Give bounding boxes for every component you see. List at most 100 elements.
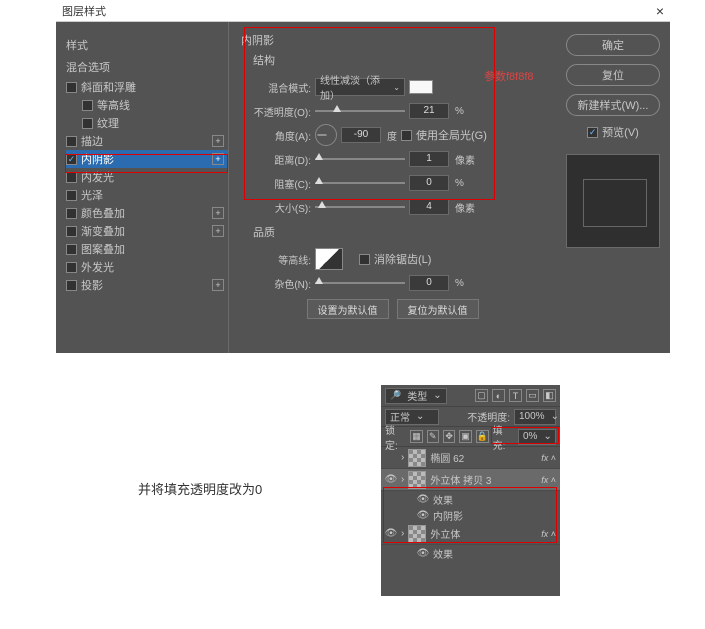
visibility-icon[interactable]: 👁 — [385, 528, 397, 540]
style-item[interactable]: 纹理 — [66, 114, 228, 132]
lock-move-icon[interactable]: ✥ — [443, 430, 455, 443]
layer-effect[interactable]: 👁 效果 — [381, 491, 560, 507]
visibility-icon[interactable]: 👁 — [417, 493, 429, 505]
style-item[interactable]: 内发光 — [66, 168, 228, 186]
new-style-button[interactable]: 新建样式(W)... — [566, 94, 660, 116]
style-item[interactable]: 内阴影+ — [66, 150, 228, 168]
filter-type-icon[interactable]: T — [509, 389, 522, 402]
plus-icon[interactable]: + — [212, 207, 224, 219]
lock-transparency-icon[interactable]: ▦ — [410, 430, 422, 443]
visibility-icon[interactable]: 👁 — [417, 509, 429, 521]
global-light-checkbox[interactable] — [401, 130, 412, 141]
blend-options[interactable]: 混合选项 — [66, 56, 228, 78]
plus-icon[interactable]: + — [212, 279, 224, 291]
style-item[interactable]: 投影+ — [66, 276, 228, 294]
color-swatch[interactable] — [409, 80, 433, 94]
plus-icon[interactable]: + — [212, 153, 224, 165]
make-default-button[interactable]: 设置为默认值 — [307, 299, 389, 319]
expand-icon[interactable]: › — [401, 452, 404, 463]
style-item[interactable]: 斜面和浮雕 — [66, 78, 228, 96]
style-checkbox[interactable] — [66, 82, 77, 93]
fill-label: 填充: — [493, 422, 514, 452]
style-checkbox[interactable] — [66, 154, 77, 165]
style-item[interactable]: 外发光 — [66, 258, 228, 276]
style-checkbox[interactable] — [66, 136, 77, 147]
style-item[interactable]: 光泽 — [66, 186, 228, 204]
style-checkbox[interactable] — [66, 172, 77, 183]
contour-label: 等高线: — [241, 252, 311, 267]
plus-icon[interactable]: + — [212, 135, 224, 147]
layer-row[interactable]: 👁 › 外立体 fx ˄ — [381, 523, 560, 545]
filter-smart-icon[interactable]: ◧ — [543, 389, 556, 402]
style-checkbox[interactable] — [82, 118, 93, 129]
angle-dial[interactable] — [315, 124, 337, 146]
styles-list-panel: 样式 混合选项 斜面和浮雕等高线纹理描边+内阴影+内发光光泽颜色叠加+渐变叠加+… — [56, 22, 229, 353]
noise-value[interactable]: 0 — [409, 275, 449, 291]
filter-shape-icon[interactable]: ▭ — [526, 389, 539, 402]
size-slider[interactable] — [315, 201, 405, 213]
effect-name: 效果 — [433, 492, 453, 507]
visibility-icon[interactable]: 👁 — [417, 547, 429, 559]
style-item[interactable]: 等高线 — [66, 96, 228, 114]
style-label: 颜色叠加 — [81, 205, 125, 221]
fx-icon[interactable]: fx ˄ — [541, 529, 556, 539]
visibility-icon[interactable]: 👁 — [385, 474, 397, 486]
expand-icon[interactable]: › — [401, 474, 404, 485]
layer-effect[interactable]: 👁效果 — [381, 545, 560, 561]
fx-icon[interactable]: fx ˄ — [541, 453, 556, 463]
opacity-input[interactable]: 100%⌄ — [514, 409, 556, 425]
distance-slider[interactable] — [315, 153, 405, 165]
dialog-title: 图层样式 — [62, 3, 106, 19]
style-item[interactable]: 图案叠加 — [66, 240, 228, 258]
opacity-slider[interactable] — [315, 105, 405, 117]
filter-adjust-icon[interactable]: ◐ — [492, 389, 505, 402]
style-label: 斜面和浮雕 — [81, 79, 136, 95]
choke-slider[interactable] — [315, 177, 405, 189]
opacity-value[interactable]: 21 — [409, 103, 449, 119]
style-checkbox[interactable] — [66, 226, 77, 237]
preview-area — [566, 154, 660, 248]
blend-mode-select[interactable]: 线性减淡（添加）⌄ — [315, 78, 405, 96]
reset-button[interactable]: 复位 — [566, 64, 660, 86]
lock-artboard-icon[interactable]: ▣ — [459, 430, 471, 443]
lock-brush-icon[interactable]: ✎ — [427, 430, 439, 443]
close-icon[interactable]: × — [656, 3, 664, 19]
style-item[interactable]: 渐变叠加+ — [66, 222, 228, 240]
style-label: 光泽 — [81, 187, 103, 203]
filter-kind-select[interactable]: 🔎 类型 ⌄ — [385, 388, 447, 404]
expand-icon[interactable]: › — [401, 528, 404, 539]
contour-picker[interactable] — [315, 248, 343, 270]
noise-slider[interactable] — [315, 277, 405, 289]
angle-value[interactable]: -90 — [341, 127, 381, 143]
style-label: 等高线 — [97, 97, 130, 113]
distance-value[interactable]: 1 — [409, 151, 449, 167]
style-checkbox[interactable] — [66, 244, 77, 255]
layer-effect[interactable]: 👁 内阴影 — [381, 507, 560, 523]
style-item[interactable]: 颜色叠加 + — [66, 204, 228, 222]
style-checkbox[interactable] — [66, 208, 77, 219]
lock-all-icon[interactable]: 🔒 — [476, 430, 489, 443]
size-value[interactable]: 4 — [409, 199, 449, 215]
layer-row[interactable]: ›椭圆 62fx ˄ — [381, 447, 560, 469]
visibility-icon[interactable] — [385, 452, 397, 464]
layer-thumbnail — [408, 449, 426, 467]
style-checkbox[interactable] — [66, 280, 77, 291]
layer-row[interactable]: 👁›外立体 拷贝 3fx ˄ — [381, 469, 560, 491]
choke-value[interactable]: 0 — [409, 175, 449, 191]
style-item[interactable]: 描边+ — [66, 132, 228, 150]
style-checkbox[interactable] — [66, 262, 77, 273]
preview-checkbox[interactable] — [587, 127, 598, 138]
style-checkbox[interactable] — [66, 190, 77, 201]
reset-default-button[interactable]: 复位为默认值 — [397, 299, 479, 319]
filter-image-icon[interactable]: ▢ — [475, 389, 488, 402]
plus-icon[interactable]: + — [212, 225, 224, 237]
antialias-checkbox[interactable] — [359, 254, 370, 265]
chevron-down-icon: ⌄ — [433, 390, 441, 401]
style-checkbox[interactable] — [82, 100, 93, 111]
fx-icon[interactable]: fx ˄ — [541, 475, 556, 485]
layer-name: 外立体 — [430, 526, 460, 541]
fill-input[interactable]: 0%⌄ — [518, 429, 556, 445]
chevron-down-icon: ⌄ — [416, 411, 424, 422]
ok-button[interactable]: 确定 — [566, 34, 660, 56]
effect-name: 内阴影 — [433, 508, 463, 523]
